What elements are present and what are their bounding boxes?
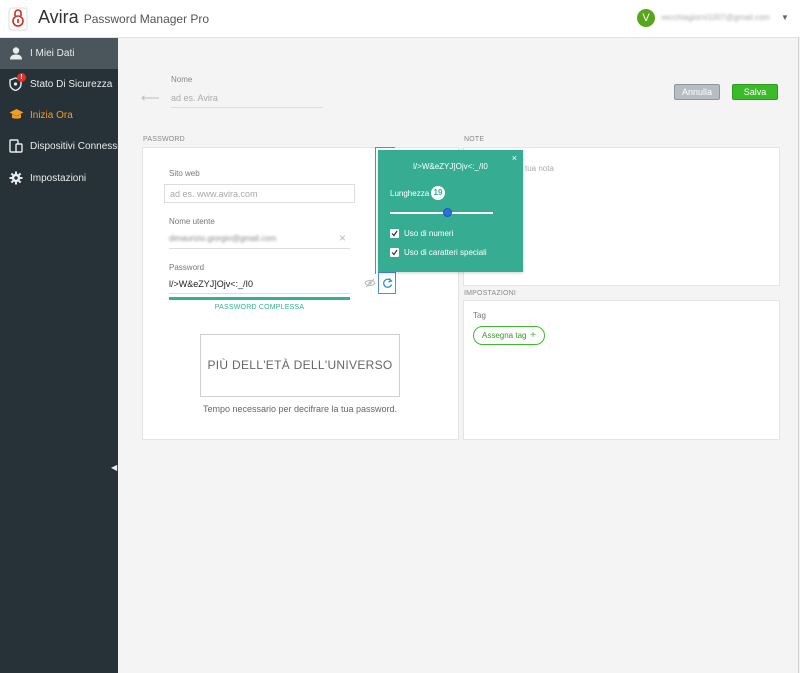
sidebar-item-label: Impostazioni [30,173,87,184]
notes-section-title: NOTE [464,136,485,143]
user-icon [10,47,22,60]
top-bar: Avira Password Manager Pro V vecchiagior… [0,0,800,38]
plus-icon: + [530,330,536,341]
sidebar-item-my-data[interactable]: I Miei Dati [0,38,118,69]
length-value: 19 [431,186,445,200]
collapse-sidebar-icon[interactable]: ◀ [111,463,117,472]
password-label: Password [169,263,205,272]
crack-time-value: PIÙ DELL'ETÀ DELL'UNIVERSO [200,334,400,397]
eye-slash-icon[interactable] [364,278,376,288]
website-label: Sito web [169,169,200,178]
name-input[interactable] [171,88,323,108]
name-label: Nome [171,75,193,84]
scrollbar[interactable] [798,38,799,673]
password-section-title: PASSWORD [143,136,185,143]
password-generator-popup: × l/>W&eZYJ]Ojv<:_/I0 Lunghezza 19 Uso d… [378,150,523,272]
website-input[interactable] [164,184,355,203]
devices-icon [9,139,23,153]
generated-password: l/>W&eZYJ]Ojv<:_/I0 [413,162,488,171]
gear-icon [9,171,23,185]
checkbox-checked-icon [390,229,399,238]
length-slider-handle[interactable] [443,208,453,217]
sidebar-item-security-status[interactable]: ! Stato Di Sicurezza [0,69,118,100]
cancel-button[interactable]: Annulla [674,84,720,100]
clear-icon[interactable]: × [339,231,346,245]
notes-placeholder[interactable]: tua nota [525,164,554,173]
length-label: Lunghezza [390,189,430,198]
password-input[interactable]: l/>W&eZYJ]Ojv<:_/I0 [169,279,253,289]
sidebar: I Miei Dati ! Stato Di Sicurezza Inizia … [0,38,120,673]
username-underline [169,248,350,249]
assign-tag-label: Assegna tag [482,331,527,340]
chevron-down-icon[interactable]: ▼ [781,13,789,22]
sidebar-item-connected-devices[interactable]: Dispositivi Connessi [0,131,120,162]
back-arrow-icon[interactable]: ⟵ [141,90,160,106]
sidebar-item-label: I Miei Dati [30,48,75,59]
checkbox-checked-icon [390,248,399,257]
strength-bar [169,297,350,300]
use-numbers-label: Uso di numeri [404,229,454,238]
refresh-icon [383,278,393,288]
sidebar-item-label: Dispositivi Connessi [30,141,120,152]
length-slider[interactable] [390,212,493,214]
username-label: Nome utente [169,217,215,226]
user-email[interactable]: vecchiagiorni1007@gmail.com [661,13,781,22]
tag-label: Tag [473,311,486,320]
alert-badge: ! [17,73,26,82]
regenerate-password-button[interactable] [378,272,396,294]
password-underline [169,293,350,294]
sidebar-item-label: Inizia Ora [30,110,73,121]
graduation-cap-icon [9,109,24,119]
settings-section-title: IMPOSTAZIONI [464,290,517,297]
app-title: Avira Password Manager Pro [38,7,209,28]
sidebar-item-get-started[interactable]: Inizia Ora [0,100,118,131]
avira-logo-icon [8,7,28,31]
username-value[interactable]: dimaurizio.giorgio@gmail.com [169,234,276,243]
use-special-chars-label: Uso di caratteri speciali [404,248,487,257]
sidebar-item-settings[interactable]: Impostazioni [0,163,118,194]
brand-product: Password Manager Pro [83,12,210,26]
assign-tag-button[interactable]: Assegna tag + [473,326,545,345]
sidebar-item-label: Stato Di Sicurezza [30,79,113,90]
settings-card [463,300,780,440]
strength-label: PASSWORD COMPLESSA [214,304,305,311]
crack-time-caption: Tempo necessario per decifrare la tua pa… [202,404,398,414]
brand-name: Avira [38,7,79,27]
avatar[interactable]: V [637,9,655,27]
save-button[interactable]: Salva [732,84,778,100]
